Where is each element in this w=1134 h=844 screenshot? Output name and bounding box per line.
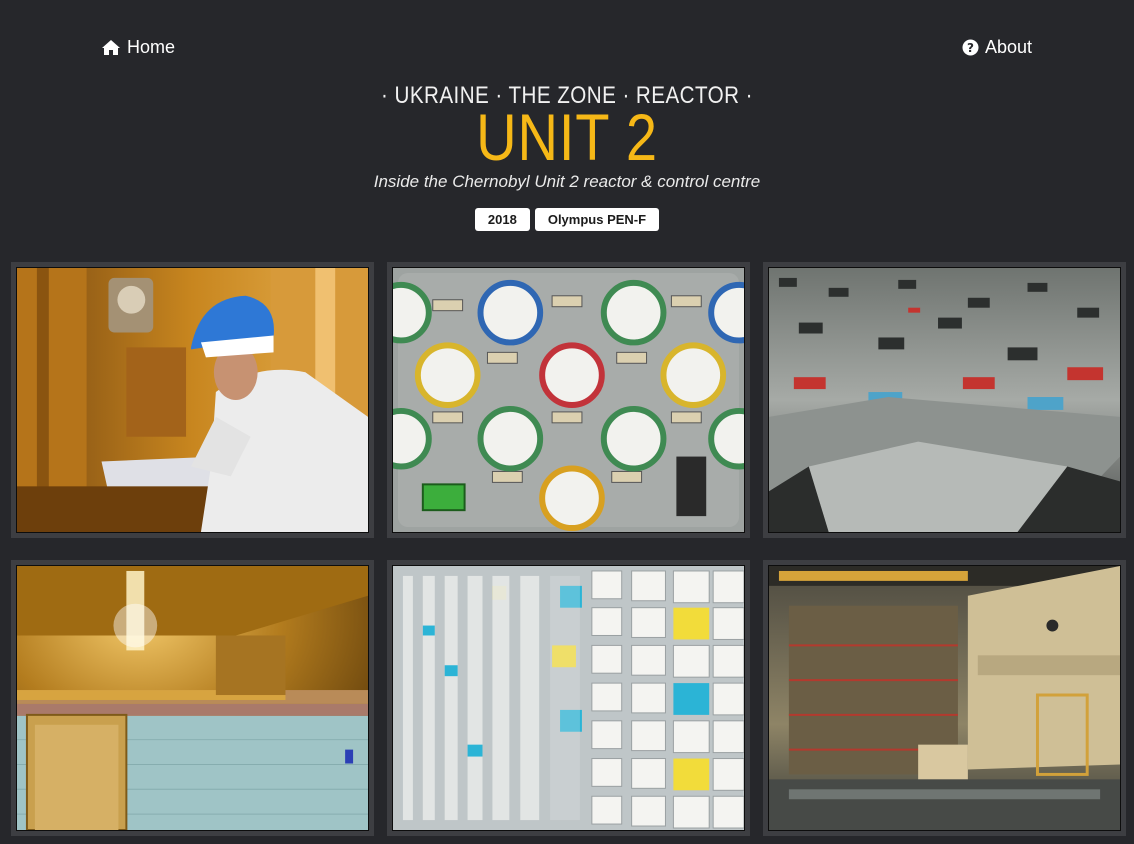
photo-turbine-hall[interactable] [768, 565, 1121, 831]
year-badge[interactable]: 2018 [474, 208, 530, 231]
nav-about-link[interactable]: ? About [962, 34, 1032, 60]
camera-badge[interactable]: Olympus PEN-F [534, 208, 660, 231]
gallery-tile[interactable] [11, 560, 374, 836]
gallery-tile[interactable] [387, 262, 750, 538]
nav-home-label: Home [127, 36, 176, 57]
home-icon [101, 39, 121, 56]
photo-control-panel-gauges[interactable] [392, 267, 745, 533]
page-subtitle: Inside the Chernobyl Unit 2 reactor & co… [373, 172, 761, 191]
photo-worker-blue-helmet[interactable] [16, 267, 369, 533]
photo-channel-number-grid[interactable] [392, 565, 745, 831]
question-circle-icon: ? [962, 39, 979, 56]
photo-reactor-floor-plates[interactable] [768, 267, 1121, 533]
gallery-tile[interactable] [387, 560, 750, 836]
svg-text:?: ? [967, 41, 974, 55]
nav-home-link[interactable]: Home [101, 34, 175, 60]
page-title: UNIT 2 [476, 100, 658, 174]
page: Home ? About · UKRAINE · THE ZONE · REAC… [0, 0, 1134, 844]
gallery-tile[interactable] [763, 262, 1126, 538]
badge-row: 2018 Olympus PEN-F [0, 208, 1134, 231]
gallery-tile[interactable] [11, 262, 374, 538]
photo-gallery [11, 262, 1126, 836]
nav-about-label: About [984, 36, 1032, 57]
photo-yellow-corridor-door[interactable] [16, 565, 369, 831]
gallery-tile[interactable] [763, 560, 1126, 836]
